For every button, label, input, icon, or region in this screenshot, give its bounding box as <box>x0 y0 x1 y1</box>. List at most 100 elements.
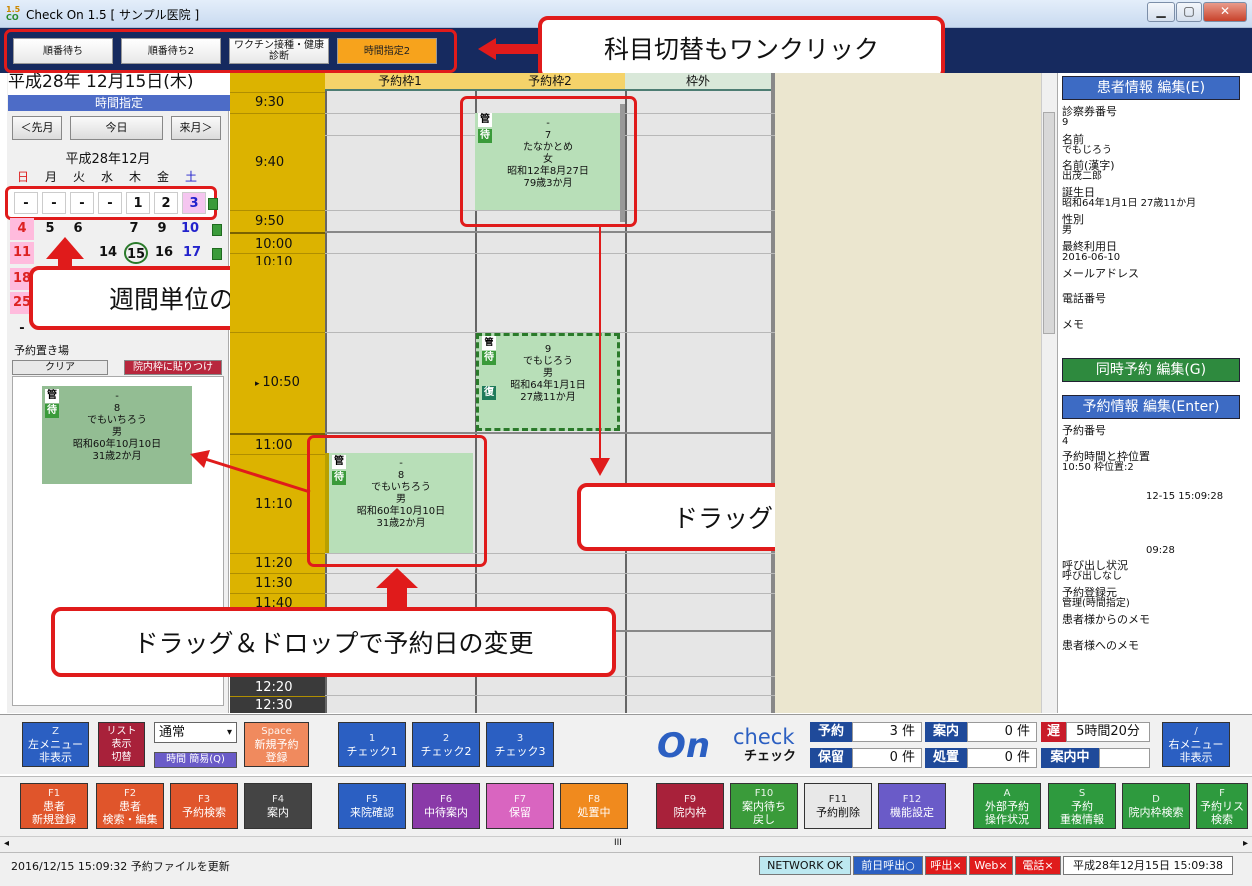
paste-button[interactable]: 院内枠に貼りつけ <box>124 360 222 375</box>
dow-mon: 月 <box>44 170 57 184</box>
fkey-f1-button[interactable]: F1 患者 新規登録 <box>20 783 88 829</box>
guiding-value <box>1099 748 1150 768</box>
window-title: Check On 1.5 [ サンプル医院 ] <box>26 8 200 22</box>
field-label: 患者様からのメモ <box>1062 613 1150 626</box>
fkey-label: F3 <box>197 794 211 805</box>
next-month-button[interactable]: 来月＞ <box>171 116 221 140</box>
appointment-card[interactable]: 管 待 - 8 でもいちろう 男 昭和60年10月10日 31歳2か月 <box>325 453 473 553</box>
field-value: 09:28 <box>1146 545 1175 556</box>
fkey-f6-button[interactable]: F6 中待案内 <box>412 783 480 829</box>
count-label-hold: 保留 <box>810 748 852 768</box>
cal-day[interactable]: 17 <box>180 242 204 264</box>
week-select-icon[interactable] <box>212 224 222 236</box>
cal-day[interactable]: 11 <box>10 242 34 264</box>
cal-day[interactable]: 10 <box>178 218 202 240</box>
week-day[interactable]: - <box>98 192 122 214</box>
fkey-label: F5 <box>365 794 379 805</box>
subject-tab-vaccine[interactable]: ワクチン接種・健康 診断 <box>229 38 329 64</box>
card-number: 7 <box>544 130 552 141</box>
week-day[interactable]: 1 <box>126 192 150 214</box>
fkey-f12-button[interactable]: F12 機能設定 <box>878 783 946 829</box>
subject-tab-time2[interactable]: 時間指定2 <box>337 38 437 64</box>
card-dash: - <box>546 118 550 129</box>
appointment-card[interactable]: 管 待 - 7 たなかとめ 女 昭和12年8月27日 79歳3か月 <box>475 113 621 210</box>
time-simple-button[interactable]: 時間 簡易(Q) <box>154 752 237 768</box>
scroll-left-icon[interactable]: ◂ <box>4 838 9 849</box>
clear-button[interactable]: クリア <box>12 360 108 375</box>
week-day[interactable]: 3 <box>182 192 206 214</box>
fkey-text: 予約リス 検索 <box>1200 799 1244 826</box>
card-name: たなかとめ <box>523 142 573 153</box>
card-age: 31歳2か月 <box>92 451 142 462</box>
scroll-right-icon[interactable]: ▸ <box>1243 838 1248 849</box>
list-toggle-button[interactable]: リスト 表示 切替 <box>98 722 145 767</box>
right-menu-toggle-button[interactable]: / 右メニュー 非表示 <box>1162 722 1230 767</box>
week-select-icon[interactable] <box>212 248 222 260</box>
reservation-info-edit-button[interactable]: 予約情報 編集(Enter) <box>1062 395 1240 419</box>
card-sex: 女 <box>543 154 553 165</box>
week-strip[interactable]: - - - - 1 2 3 <box>5 186 217 220</box>
new-reservation-button[interactable]: Space 新規予約 登録 <box>244 722 309 767</box>
fkey-f9-button[interactable]: F9 院内枠 <box>656 783 724 829</box>
parked-appointment-card[interactable]: 管 待 - 8 でもいちろう 男 昭和60年10月10日 31歳2か月 <box>42 386 192 484</box>
week-select-icon[interactable] <box>208 198 218 210</box>
fkey-text: 患者 新規登録 <box>32 799 76 826</box>
fkey-f3-button[interactable]: F3 予約検索 <box>170 783 238 829</box>
check1-button[interactable]: 1 チェック1 <box>338 722 406 767</box>
week-day[interactable]: 2 <box>154 192 178 214</box>
card-name: でもいちろう <box>371 482 431 493</box>
cal-day[interactable]: 7 <box>122 218 146 240</box>
cal-day[interactable]: 16 <box>152 242 176 264</box>
prev-month-button[interactable]: ＜先月 <box>12 116 62 140</box>
fkey-f8-button[interactable]: F8 処置中 <box>560 783 628 829</box>
scroll-grip-icon[interactable]: III <box>614 838 622 848</box>
fkey-text: 院内枠検索 <box>1128 806 1184 819</box>
fkey-d-button[interactable]: D 院内枠検索 <box>1122 783 1190 829</box>
cal-day[interactable]: 14 <box>96 242 120 264</box>
subject-tab-queue1[interactable]: 順番待ち <box>13 38 113 64</box>
fkey-text: 患者 検索・編集 <box>102 799 158 826</box>
check3-button[interactable]: 3 チェック3 <box>486 722 554 767</box>
cal-day-selected[interactable]: 15 <box>124 242 148 264</box>
fkey-s-button[interactable]: S 予約 重複情報 <box>1048 783 1116 829</box>
fkey-label: F8 <box>587 794 601 805</box>
fkey-f2-button[interactable]: F2 患者 検索・編集 <box>96 783 164 829</box>
grid-scroll-thumb[interactable] <box>1043 112 1055 334</box>
subject-tab-queue2[interactable]: 順番待ち2 <box>121 38 221 64</box>
fkey-f10-button[interactable]: F10 案内待ち 戻し <box>730 783 798 829</box>
left-menu-toggle-button[interactable]: Z 左メニュー 非表示 <box>22 722 89 767</box>
maximize-button[interactable]: ▢ <box>1176 2 1202 22</box>
week-day[interactable]: - <box>14 192 38 214</box>
late-value: 5時間20分 <box>1066 722 1150 742</box>
fkey-f5-button[interactable]: F5 来院確認 <box>338 783 406 829</box>
waiting-tag: 待 <box>332 471 346 485</box>
return-tag: 復 <box>482 386 496 400</box>
fkey-f11-button[interactable]: F11 予約削除 <box>804 783 872 829</box>
card-scroll-handle[interactable] <box>620 104 625 222</box>
today-button[interactable]: 今日 <box>70 116 163 140</box>
same-time-edit-button[interactable]: 同時予約 編集(G) <box>1062 358 1240 382</box>
cal-day[interactable]: 4 <box>10 218 34 240</box>
mode-select[interactable]: 通常 ▾ <box>154 722 237 743</box>
close-button[interactable]: ✕ <box>1203 2 1247 22</box>
fkey-a-button[interactable]: A 外部予約 操作状況 <box>973 783 1041 829</box>
week-day[interactable]: - <box>42 192 66 214</box>
arrow-shaft <box>599 227 601 464</box>
dow-thu: 木 <box>128 170 141 184</box>
week-day[interactable]: - <box>70 192 94 214</box>
fkey-label: F6 <box>439 794 453 805</box>
guiding-label: 案内中 <box>1041 748 1099 768</box>
patient-info-edit-button[interactable]: 患者情報 編集(E) <box>1062 76 1240 100</box>
card-dob: 昭和12年8月27日 <box>507 166 589 177</box>
field-label: メールアドレス <box>1062 267 1139 280</box>
outside-column[interactable] <box>625 91 771 713</box>
minimize-button[interactable]: ▁ <box>1147 2 1175 22</box>
horizontal-scrollbar[interactable]: ◂ III ▸ <box>0 836 1252 852</box>
cal-day[interactable]: 9 <box>150 218 174 240</box>
fkey-f-button[interactable]: F 予約リス 検索 <box>1196 783 1248 829</box>
fkey-f7-button[interactable]: F7 保留 <box>486 783 554 829</box>
check2-button[interactable]: 2 チェック2 <box>412 722 480 767</box>
web-status: Web× <box>969 856 1013 875</box>
fkey-text: 来院確認 <box>350 806 394 819</box>
fkey-f4-button[interactable]: F4 案内 <box>244 783 312 829</box>
